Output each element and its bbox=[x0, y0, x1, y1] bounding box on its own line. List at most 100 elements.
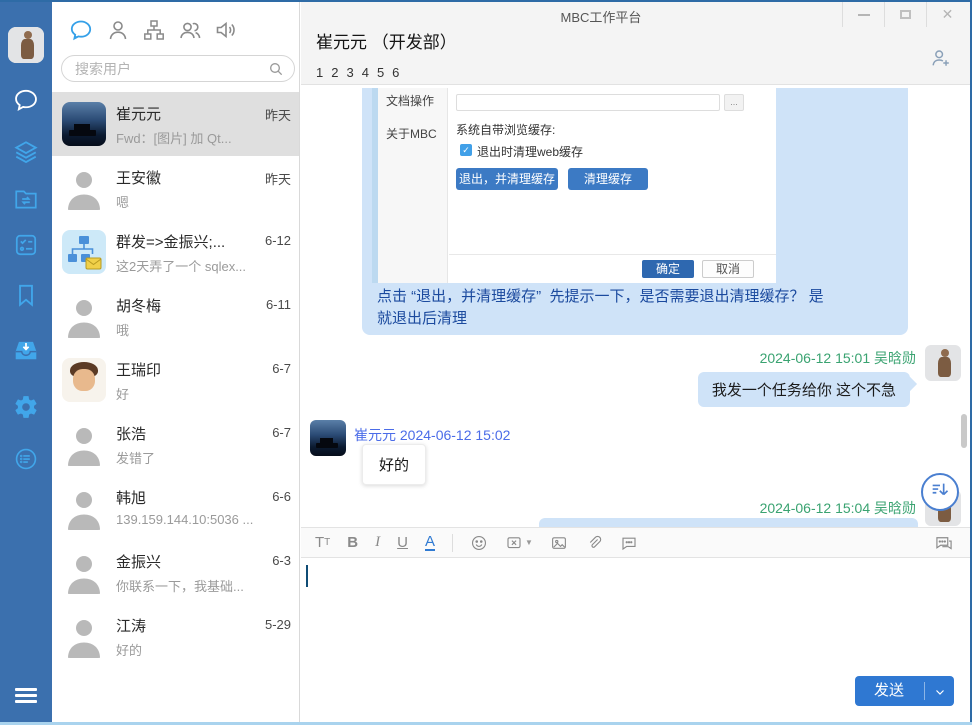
send-divider bbox=[924, 682, 925, 700]
close-icon: ✕ bbox=[942, 6, 954, 23]
tab-2[interactable]: 2 bbox=[331, 65, 338, 80]
contact-preview: Fwd：[图片] 加 Qt... bbox=[116, 128, 232, 147]
contact-avatar bbox=[62, 550, 106, 594]
contacts-tab-bar bbox=[52, 18, 300, 48]
bold-button[interactable]: B bbox=[347, 534, 358, 551]
scroll-to-bottom-icon bbox=[929, 479, 951, 506]
search-icon[interactable] bbox=[268, 61, 284, 77]
contact-date: 昨天 bbox=[265, 169, 291, 188]
contact-row[interactable]: 金振兴 6-3 你联系一下，我基础... bbox=[52, 540, 299, 604]
contact-row[interactable]: 王瑞印 6-7 好 bbox=[52, 348, 299, 412]
chat-scrollbar-thumb[interactable] bbox=[961, 414, 967, 448]
message-bubble-received: 好的 bbox=[362, 444, 426, 485]
settings-checkbox-label: 退出时清理web缓存 bbox=[477, 143, 583, 160]
contact-name: 金振兴 bbox=[116, 551, 161, 572]
tab-1[interactable]: 1 bbox=[316, 65, 323, 80]
tab-5[interactable]: 5 bbox=[377, 65, 384, 80]
screenshot-button[interactable]: ▼ bbox=[505, 534, 533, 552]
contact-name: 王安徽 bbox=[116, 167, 161, 188]
message-timestamp: 2024-06-12 15:04 吴晗勋 bbox=[760, 498, 916, 518]
tab-org-structure[interactable] bbox=[142, 18, 166, 42]
scroll-to-bottom-button[interactable] bbox=[921, 473, 959, 511]
tab-contacts[interactable] bbox=[106, 18, 130, 42]
underline-button[interactable]: U bbox=[397, 534, 408, 551]
my-avatar[interactable] bbox=[8, 27, 44, 63]
contact-row[interactable]: 韩旭 6-6 139.159.144.10:5036 ... bbox=[52, 476, 299, 540]
contact-preview: 好的 bbox=[116, 640, 142, 659]
minimize-button[interactable] bbox=[842, 2, 884, 27]
page-tabs: 1 2 3 4 5 6 bbox=[316, 65, 399, 80]
main-menu-button[interactable] bbox=[15, 688, 37, 706]
contact-preview: 哦 bbox=[116, 320, 129, 339]
message-bubble-sent: 我发一个任务给你 这个不急 bbox=[698, 372, 910, 407]
text-cursor bbox=[306, 565, 308, 587]
settings-cache-label: 系统自带浏览缓存: bbox=[456, 121, 555, 138]
tab-3[interactable]: 3 bbox=[346, 65, 353, 80]
embedded-screenshot[interactable]: 文档操作 关于MBC ... 系统自带浏览缓存: ✓ 退出时清理web缓存 退出… bbox=[372, 88, 776, 283]
contact-row[interactable]: 崔元元 昨天 Fwd：[图片] 加 Qt... bbox=[52, 92, 299, 156]
attachment-button[interactable] bbox=[585, 534, 603, 552]
rail-layers-item[interactable] bbox=[12, 140, 40, 168]
checklist-icon bbox=[13, 232, 39, 263]
message-input[interactable]: 发送 bbox=[301, 559, 970, 723]
rail-chat-item[interactable] bbox=[12, 88, 40, 116]
maximize-button[interactable] bbox=[884, 2, 926, 27]
settings-browse-button: ... bbox=[724, 94, 744, 111]
contact-preview: 好 bbox=[116, 384, 129, 403]
italic-button[interactable]: I bbox=[375, 534, 380, 551]
font-size-button[interactable]: TT bbox=[315, 534, 330, 551]
settings-clear-button: 清理缓存 bbox=[568, 168, 648, 190]
image-button[interactable] bbox=[550, 534, 568, 552]
settings-nav-about: 关于MBC bbox=[386, 125, 437, 142]
rail-feed-item[interactable] bbox=[12, 447, 40, 475]
rail-settings-item[interactable] bbox=[12, 395, 40, 423]
contact-avatar bbox=[62, 102, 106, 146]
rail-folder-item[interactable] bbox=[12, 187, 40, 215]
contact-preview: 139.159.144.10:5036 ... bbox=[116, 512, 253, 527]
settings-nav-doc: 文档操作 bbox=[386, 92, 434, 109]
rail-bookmark-item[interactable] bbox=[12, 283, 40, 311]
tab-groups[interactable] bbox=[178, 18, 202, 42]
contact-avatar bbox=[62, 294, 106, 338]
contact-name: 韩旭 bbox=[116, 487, 146, 508]
font-color-button[interactable]: A bbox=[425, 534, 435, 551]
contact-row[interactable]: 群发=>金振兴;... 6-12 这2天弄了一个 sqlex... bbox=[52, 220, 299, 284]
bookmark-icon bbox=[13, 282, 39, 313]
contact-row[interactable]: 江涛 5-29 好的 bbox=[52, 604, 299, 668]
tab-4[interactable]: 4 bbox=[362, 65, 369, 80]
contact-date: 6-7 bbox=[272, 425, 291, 440]
contact-row[interactable]: 王安徽 昨天 嗯 bbox=[52, 156, 299, 220]
chat-history-button[interactable] bbox=[934, 534, 954, 554]
tab-announcements[interactable] bbox=[214, 18, 238, 42]
chat-panel: MBC工作平台 ✕ 崔元元 （开发部） 1 2 3 4 5 6 bbox=[301, 0, 970, 723]
contact-preview: 你联系一下，我基础... bbox=[116, 576, 244, 595]
rail-tasks-item[interactable] bbox=[12, 233, 40, 261]
settings-footer-divider bbox=[449, 254, 776, 255]
contact-name: 崔元元 bbox=[116, 103, 161, 124]
rail-inbox-item[interactable] bbox=[12, 338, 40, 366]
composer-toolbar: TT B I U A ▼ bbox=[301, 527, 970, 558]
contacts-panel: 崔元元 昨天 Fwd：[图片] 加 Qt... 王安徽 昨天 嗯 群发=>金振兴… bbox=[52, 0, 300, 725]
tab-6[interactable]: 6 bbox=[392, 65, 399, 80]
message-bubble-screenshot: 文档操作 关于MBC ... 系统自带浏览缓存: ✓ 退出时清理web缓存 退出… bbox=[362, 88, 908, 335]
peer-avatar[interactable] bbox=[310, 420, 346, 456]
emoji-button[interactable] bbox=[470, 534, 488, 552]
message-dots-button[interactable] bbox=[620, 534, 638, 552]
screenshot-dropdown-icon[interactable]: ▼ bbox=[525, 538, 533, 547]
send-label: 发送 bbox=[855, 676, 923, 706]
sender-avatar[interactable] bbox=[925, 345, 961, 381]
search-input[interactable] bbox=[75, 58, 265, 79]
search-user-box bbox=[61, 55, 295, 82]
close-button[interactable]: ✕ bbox=[926, 2, 968, 27]
tab-chats[interactable] bbox=[69, 18, 93, 42]
send-button[interactable]: 发送 bbox=[855, 676, 954, 706]
my-avatar-image bbox=[8, 27, 44, 63]
contact-date: 昨天 bbox=[265, 105, 291, 124]
layers-icon bbox=[13, 139, 39, 170]
contact-date: 6-12 bbox=[265, 233, 291, 248]
send-options-icon[interactable] bbox=[934, 685, 946, 697]
contact-date: 6-11 bbox=[266, 297, 291, 312]
add-user-icon[interactable] bbox=[930, 47, 952, 69]
contact-row[interactable]: 张浩 6-7 发错了 bbox=[52, 412, 299, 476]
contact-row[interactable]: 胡冬梅 6-11 哦 bbox=[52, 284, 299, 348]
